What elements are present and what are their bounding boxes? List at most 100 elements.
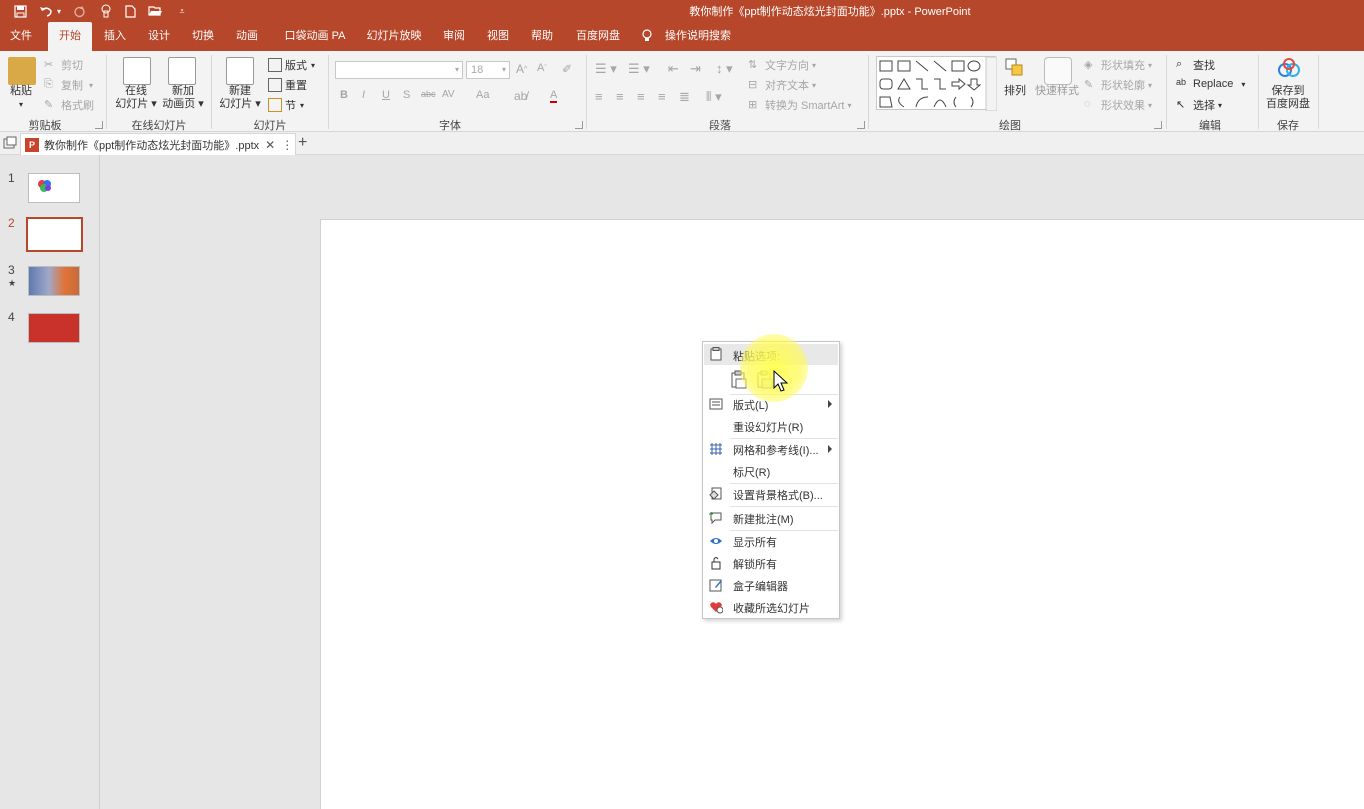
drawing-launcher-icon[interactable] [1154,121,1162,129]
clear-formatting-icon[interactable]: ✐ [562,62,572,76]
shape-outline-button[interactable]: ✎ 形状轮廓 ▾ [1084,77,1152,93]
slide-thumbnail-2[interactable] [26,217,83,252]
save-icon[interactable] [10,2,30,20]
online-slides-icon[interactable] [123,57,151,85]
undo-dropdown-icon[interactable]: ▾ [54,2,64,20]
new-animation-page-icon[interactable] [168,57,196,85]
menu-item-ruler[interactable]: 标尺(R) [704,461,838,481]
font-name-combo[interactable]: ▾ [335,61,463,79]
paste-dropdown-icon[interactable]: ▾ [14,98,28,111]
format-painter-button[interactable]: ✎ 格式刷 [44,97,94,113]
menu-item-grid-guides[interactable]: 网格和参考线(I)... [704,439,838,459]
redo-icon[interactable] [69,2,89,20]
italic-button[interactable]: I [362,89,365,101]
document-tab[interactable]: P 教你制作《ppt制作动态炫光封面功能》.pptx ✕ ⋮ [20,133,296,155]
arrange-button[interactable]: 排列 [1000,85,1030,98]
change-case-button[interactable]: Aa [476,89,489,101]
paragraph-launcher-icon[interactable] [857,121,865,129]
align-right-icon[interactable]: ≡ [637,89,645,104]
tab-help[interactable]: 帮助 [524,22,560,51]
menu-item-unlock-all[interactable]: 解锁所有 [704,553,838,573]
tab-animations[interactable]: 动画 [228,22,266,51]
distributed-icon[interactable]: ≣ [679,89,690,105]
menu-item-format-background[interactable]: 设置背景格式(B)... [704,484,838,504]
tab-panel-icon[interactable] [3,136,17,150]
columns-icon[interactable]: ⫴ ▾ [706,89,722,105]
menu-item-box-editor[interactable]: 盒子编辑器 [704,575,838,595]
quick-styles-icon[interactable] [1044,57,1072,85]
menu-item-show-all[interactable]: 显示所有 [704,531,838,551]
reset-button[interactable]: 重置 [268,77,307,93]
grow-font-icon[interactable]: A ^ [516,62,527,76]
clipboard-launcher-icon[interactable] [95,121,103,129]
new-tab-icon[interactable]: + [298,134,307,152]
align-center-icon[interactable]: ≡ [616,89,624,104]
text-direction-button[interactable]: ⇅ 文字方向 ▾ [748,57,816,73]
slide-canvas[interactable] [320,219,1364,809]
bullets-icon[interactable]: ☰ ▾ [595,61,617,77]
tab-transitions[interactable]: 切换 [184,22,222,51]
customize-icon[interactable]: ⩡ [172,2,192,20]
decrease-indent-icon[interactable]: ⇤ [668,61,679,77]
menu-item-favorite-slides[interactable]: 收藏所选幻灯片 [704,597,838,617]
layout-button[interactable]: 版式 ▾ [268,57,315,73]
convert-smartart-button[interactable]: ⊞ 转换为 SmartArt ▾ [748,97,851,113]
new-slide-button[interactable]: 新建 幻灯片 ▾ [216,85,264,111]
section-button[interactable]: 节 ▾ [268,97,304,113]
find-button[interactable]: ⌕ 查找 [1176,57,1215,73]
tab-file[interactable]: 文件 [0,22,42,51]
slide-thumbnail-4[interactable] [28,313,80,343]
strikethrough-button[interactable]: abc [421,89,436,99]
shape-effects-button[interactable]: ◌ 形状效果 ▾ [1084,97,1152,113]
line-spacing-icon[interactable]: ↕ ▾ [716,61,733,77]
align-text-button[interactable]: ⊟ 对齐文本 ▾ [748,77,816,93]
close-tab-icon[interactable]: ✕ [265,138,275,152]
undo-icon[interactable] [36,2,56,20]
tab-menu-icon[interactable]: ⋮ [281,138,293,152]
baidu-cloud-icon[interactable] [1276,57,1302,81]
font-color-button[interactable]: A [550,89,558,103]
touch-mode-icon[interactable] [96,2,116,20]
tab-view[interactable]: 视图 [480,22,516,51]
char-spacing-button[interactable]: AV [442,89,455,100]
highlight-icon[interactable]: ab̸ [514,89,527,103]
tab-review[interactable]: 审阅 [436,22,472,51]
tell-me-search[interactable]: 操作说明搜索 [662,22,734,51]
tab-design[interactable]: 设计 [140,22,178,51]
slide-thumbnail-1[interactable] [28,173,80,203]
menu-item-reset-slide[interactable]: 重设幻灯片(R) [704,416,838,436]
quick-styles-button[interactable]: 快速样式 [1034,85,1080,98]
tab-home[interactable]: 开始 [48,22,92,51]
align-left-icon[interactable]: ≡ [595,89,603,104]
font-size-combo[interactable]: 18 ▾ [466,61,510,79]
new-icon[interactable] [120,2,140,20]
slide-thumbnail-3[interactable] [28,266,80,296]
cut-button[interactable]: ✂ 剪切 [44,57,83,73]
new-slide-icon[interactable] [226,57,254,85]
tab-slideshow[interactable]: 幻灯片放映 [362,22,426,51]
tab-insert[interactable]: 插入 [96,22,134,51]
new-animation-page-button[interactable]: 新加 动画页 ▾ [160,85,206,111]
paste-button[interactable]: 粘贴 [6,85,36,98]
numbering-icon[interactable]: ☰ ▾ [628,61,650,77]
lightbulb-icon[interactable] [640,22,654,51]
font-launcher-icon[interactable] [575,121,583,129]
replace-button[interactable]: ab Replace ▾ [1176,77,1245,91]
online-slides-button[interactable]: 在线 幻灯片 ▾ [112,85,160,111]
select-button[interactable]: ↖ 选择 ▾ [1176,97,1222,113]
save-to-baidu-button[interactable]: 保存到 百度网盘 [1262,85,1314,111]
copy-button[interactable]: ⎘ 复制 ▾ [44,77,93,93]
justify-icon[interactable]: ≡ [658,89,666,104]
open-icon[interactable] [145,2,165,20]
shapes-gallery[interactable] [876,56,998,112]
shrink-font-icon[interactable]: Aˇ [537,62,547,74]
arrange-icon[interactable] [1004,57,1026,83]
bold-button[interactable]: B [340,89,348,101]
paste-icon[interactable] [8,57,36,85]
tab-pocket-animation[interactable]: 口袋动画 PA [280,22,350,51]
tab-baidu-netdisk[interactable]: 百度网盘 [568,22,628,51]
increase-indent-icon[interactable]: ⇥ [690,61,701,77]
menu-item-new-comment[interactable]: 新建批注(M) [704,508,838,528]
underline-button[interactable]: U [382,89,390,101]
shape-fill-button[interactable]: ◈ 形状填充 ▾ [1084,57,1152,73]
